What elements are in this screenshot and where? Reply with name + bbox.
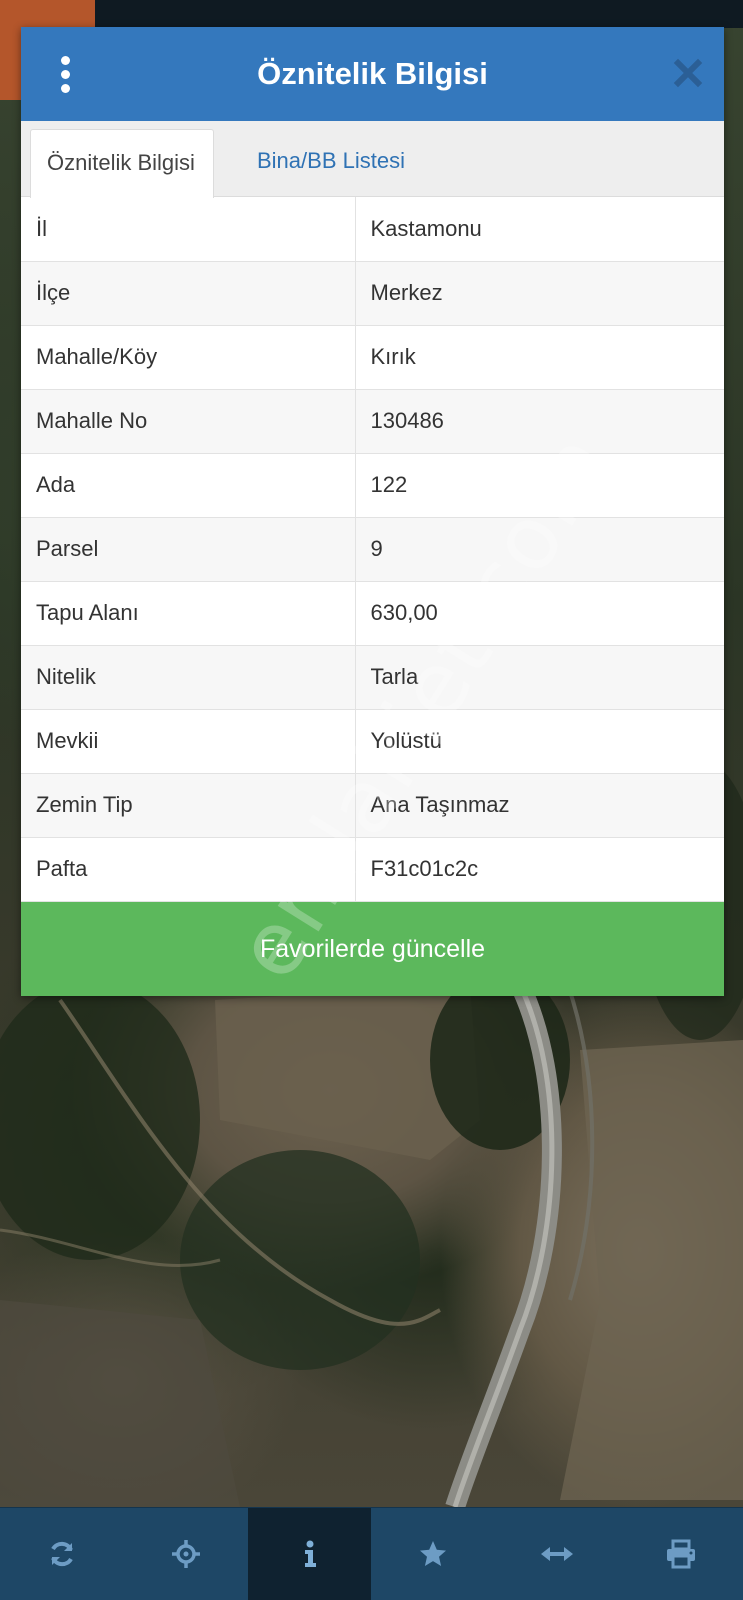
dialog-title: Öznitelik Bilgisi [257, 56, 488, 91]
refresh-icon [51, 1541, 73, 1567]
table-row: Mahalle/Köy Kırık [21, 324, 724, 390]
attribute-key: İl [21, 197, 356, 262]
attribute-key: İlçe [21, 260, 356, 326]
favorites-button[interactable] [371, 1508, 495, 1600]
table-row: İl Kastamonu [21, 197, 724, 262]
measure-arrows-icon [541, 1547, 574, 1561]
locate-button[interactable] [124, 1508, 248, 1600]
attribute-value: Tarla [354, 644, 724, 710]
attribute-key: Mevkii [21, 708, 356, 774]
tab-attribute-info[interactable]: Öznitelik Bilgisi [30, 129, 214, 198]
attribute-key: Mahalle No [21, 388, 356, 454]
table-row: Zemin Tip Ana Taşınmaz [21, 772, 724, 838]
attribute-info-dialog: Öznitelik Bilgisi Öznitelik Bilgisi Bina… [21, 27, 724, 996]
attribute-value: Kastamonu [354, 197, 724, 262]
info-button[interactable] [247, 1508, 372, 1600]
refresh-button[interactable] [0, 1508, 124, 1600]
attribute-key: Nitelik [21, 644, 356, 710]
attribute-key: Pafta [21, 836, 356, 902]
attribute-table: İl Kastamonu İlçe Merkez Mahalle/Köy Kır… [21, 197, 724, 902]
attribute-value: 9 [354, 516, 724, 582]
table-row: Pafta F31c01c2c [21, 836, 724, 902]
dialog-header: Öznitelik Bilgisi [21, 27, 724, 121]
crosshair-icon [171, 1540, 200, 1568]
table-row: Mahalle No 130486 [21, 388, 724, 454]
attribute-value: Yolüstü [354, 708, 724, 774]
attribute-key: Ada [21, 452, 356, 518]
update-favorites-button[interactable]: Favorilerde güncelle [21, 901, 724, 996]
table-row: Nitelik Tarla [21, 644, 724, 710]
attribute-value: F31c01c2c [354, 836, 724, 902]
attribute-value: 130486 [354, 388, 724, 454]
table-row: Ada 122 [21, 452, 724, 518]
attribute-value: Kırık [354, 324, 724, 390]
table-row: Mevkii Yolüstü [21, 708, 724, 774]
table-row: Tapu Alanı 630,00 [21, 580, 724, 646]
measure-button[interactable] [495, 1508, 619, 1600]
star-icon [420, 1541, 447, 1566]
attribute-key: Mahalle/Köy [21, 324, 356, 390]
attribute-value: Ana Taşınmaz [354, 772, 724, 838]
attribute-value: 122 [354, 452, 724, 518]
status-bar [0, 0, 743, 28]
info-icon [304, 1540, 316, 1567]
print-icon [667, 1539, 696, 1569]
table-row: Parsel 9 [21, 516, 724, 582]
attribute-key: Tapu Alanı [21, 580, 356, 646]
print-button[interactable] [619, 1508, 743, 1600]
attribute-key: Parsel [21, 516, 356, 582]
tab-building-list[interactable]: Bina/BB Listesi [241, 121, 421, 198]
close-icon[interactable] [670, 55, 706, 91]
attribute-key: Zemin Tip [21, 772, 356, 838]
dialog-tabs: Öznitelik Bilgisi Bina/BB Listesi [21, 121, 724, 198]
bottom-toolbar [0, 1507, 743, 1600]
attribute-value: 630,00 [354, 580, 724, 646]
table-row: İlçe Merkez [21, 260, 724, 326]
attribute-value: Merkez [354, 260, 724, 326]
